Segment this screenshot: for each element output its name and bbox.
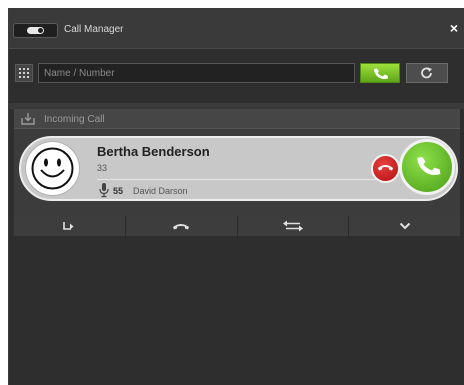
extension-name: David Darson [133, 186, 188, 196]
caller-name: Bertha Benderson [97, 144, 210, 159]
incoming-call-header: Incoming Call [14, 109, 460, 129]
toggle-icon [27, 27, 44, 34]
decline-button[interactable] [371, 154, 400, 183]
incoming-call-label: Incoming Call [44, 114, 105, 125]
window-title: Call Manager [64, 24, 124, 35]
incoming-call-card: Bertha Benderson 33 55 David Darson [19, 136, 458, 201]
dialpad-button[interactable] [15, 64, 33, 82]
search-input[interactable] [38, 63, 355, 83]
card-divider [97, 179, 379, 180]
hangup-icon [378, 165, 393, 171]
accept-button[interactable] [399, 139, 455, 195]
toggle-button[interactable] [13, 23, 58, 38]
transfer-button[interactable] [237, 216, 350, 236]
extension-number: 55 [113, 186, 124, 196]
incoming-call-panel: Incoming Call Bertha Benderson 33 55 Dav… [14, 109, 460, 228]
refresh-button[interactable] [406, 63, 448, 83]
caller-number: 33 [97, 163, 108, 173]
call-manager-window: Call Manager × Incoming C [8, 8, 464, 385]
more-button[interactable] [349, 216, 460, 236]
hangup-icon [173, 224, 190, 230]
smiley-icon [31, 147, 74, 190]
hangup-button[interactable] [125, 216, 238, 236]
transfer-icon [282, 220, 303, 232]
keypad-icon [19, 68, 29, 78]
call-action-bar [14, 216, 460, 236]
download-tray-icon [21, 113, 35, 125]
chevron-down-icon [399, 222, 410, 230]
refresh-icon [421, 67, 432, 79]
forward-icon [63, 222, 74, 230]
close-icon[interactable]: × [450, 21, 458, 35]
microphone-icon [99, 183, 109, 198]
avatar [25, 141, 80, 196]
title-bar: Call Manager × [9, 8, 464, 49]
phone-icon [373, 68, 389, 80]
calls-list-area [9, 236, 464, 385]
dial-button[interactable] [360, 63, 400, 83]
forward-button[interactable] [14, 216, 126, 236]
phone-icon [417, 157, 441, 176]
